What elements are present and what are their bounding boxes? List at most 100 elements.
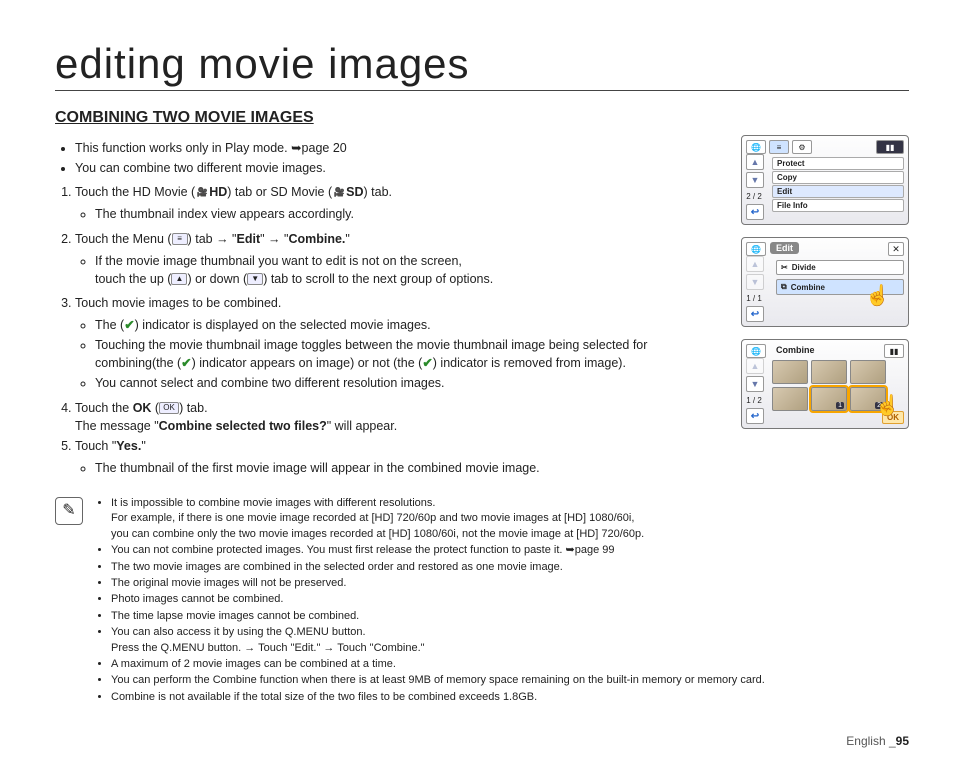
text: The message " [75, 419, 159, 433]
note-item: The time lapse movie images cannot be co… [111, 609, 765, 624]
step-sub: The thumbnail index view appears accordi… [95, 205, 723, 223]
text: Touch the HD Movie ( [75, 185, 195, 199]
step-sub: You cannot select and combine two differ… [95, 374, 723, 392]
section-heading: COMBINING TWO MOVIE IMAGES [55, 109, 909, 127]
order-badge: 1 [836, 402, 844, 409]
down-button[interactable]: ▼ [746, 376, 764, 392]
menu-tab[interactable]: ≡ [769, 140, 789, 154]
text: It is impossible to combine movie images… [111, 497, 435, 509]
check-icon: ✔ [181, 356, 191, 370]
combine-label: Combine. [288, 232, 345, 246]
text: ) tab or SD Movie ( [227, 185, 332, 199]
screen-menu: 🌐 ≡ ⚙ ▮▮ ▲ ▼ 2 / 2 ↩ Protect Copy Edit F… [741, 135, 909, 225]
text: ) or down ( [187, 272, 247, 286]
step-sub: Touching the movie thumbnail image toggl… [95, 336, 723, 372]
text: ) indicator is displayed on the selected… [135, 318, 431, 332]
text: you can combine only the two movie image… [111, 528, 644, 540]
edit-label: Edit [237, 232, 261, 246]
notes-block: ✎ It is impossible to combine movie imag… [55, 495, 909, 706]
intro-item: You can combine two different movie imag… [75, 159, 723, 177]
up-button[interactable]: ▲ [746, 154, 764, 170]
text: ) tab. [179, 401, 208, 415]
up-button: ▲ [746, 358, 764, 374]
battery-icon: ▮▮ [876, 140, 904, 154]
hd-label: HD [209, 185, 227, 199]
menu-copy[interactable]: Copy [772, 171, 904, 184]
confirm-message: Combine selected two files? [159, 419, 327, 433]
menu-icon: ≡ [172, 233, 188, 245]
footer-lang: English _ [846, 734, 895, 748]
text: If the movie image thumbnail you want to… [95, 254, 462, 268]
note-item: You can not combine protected images. Yo… [111, 543, 765, 558]
globe-icon[interactable]: 🌐 [746, 242, 766, 256]
globe-icon[interactable]: 🌐 [746, 344, 766, 358]
movie-thumbnail[interactable] [850, 360, 886, 384]
step-sub: The thumbnail of the first movie image w… [95, 459, 723, 477]
text: ) tab → " [188, 232, 237, 246]
note-item: You can also access it by using the Q.ME… [111, 625, 765, 656]
text: ) tab to scroll to the next group of opt… [263, 272, 493, 286]
note-item: You can perform the Combine function whe… [111, 673, 765, 688]
label: Combine [791, 283, 825, 292]
scissors-icon: ✂ [781, 263, 788, 272]
step-1: Touch the HD Movie (🎥HD) tab or SD Movie… [75, 183, 723, 223]
movie-thumbnail-selected[interactable]: 1 [811, 387, 847, 411]
edit-combine[interactable]: ⧉ Combine [776, 279, 904, 295]
text: For example, if there is one movie image… [111, 512, 634, 524]
text: " → " [260, 232, 288, 246]
movie-thumbnail[interactable] [772, 387, 808, 411]
text: Touch the Menu ( [75, 232, 172, 246]
menu-protect[interactable]: Protect [772, 157, 904, 170]
movie-thumbnail-selected[interactable]: 2 [850, 387, 886, 411]
menu-fileinfo[interactable]: File Info [772, 199, 904, 212]
screen-title: Combine [770, 344, 821, 356]
footer-page-number: 95 [896, 734, 909, 748]
merge-icon: ⧉ [781, 282, 787, 292]
instructions-column: This function works only in Play mode. ➥… [55, 135, 723, 483]
text: ) tab. [364, 185, 393, 199]
down-button: ▼ [746, 274, 764, 290]
down-button[interactable]: ▼ [746, 172, 764, 188]
text: " [141, 439, 145, 453]
camera-icon: 🎥 [332, 188, 346, 198]
step-4: Touch the OK (OK) tab. The message "Comb… [75, 399, 723, 435]
page-indicator: 1 / 1 [746, 294, 762, 303]
step-sub: If the movie image thumbnail you want to… [95, 252, 723, 288]
text: ) indicator appears on image) or not (th… [192, 356, 423, 370]
label: Divide [792, 263, 816, 272]
note-icon: ✎ [55, 497, 83, 525]
movie-thumbnail[interactable] [772, 360, 808, 384]
text: Touch movie images to be combined. [75, 296, 281, 310]
text: " will appear. [327, 419, 397, 433]
back-button[interactable]: ↩ [746, 408, 764, 424]
text: Press the Q.MENU button. → Touch "Edit."… [111, 642, 425, 654]
up-button: ▲ [746, 256, 764, 272]
check-icon: ✔ [124, 318, 134, 332]
page-footer: English _95 [846, 734, 909, 748]
back-button[interactable]: ↩ [746, 306, 764, 322]
globe-icon[interactable]: 🌐 [746, 140, 766, 154]
screen-edit: 🌐 Edit ✕ ▲ ▼ 1 / 1 ↩ ✂Divide ⧉Combine ☝ [741, 237, 909, 327]
gear-icon[interactable]: ⚙ [792, 140, 812, 154]
check-icon: ✔ [422, 356, 432, 370]
screenshots-column: 🌐 ≡ ⚙ ▮▮ ▲ ▼ 2 / 2 ↩ Protect Copy Edit F… [741, 135, 909, 483]
text: " [345, 232, 349, 246]
menu-edit[interactable]: Edit [772, 185, 904, 198]
page-indicator: 2 / 2 [746, 192, 762, 201]
ok-label: OK [133, 401, 152, 415]
text: ( [151, 401, 159, 415]
close-button[interactable]: ✕ [888, 242, 904, 256]
sd-label: SD [346, 185, 363, 199]
note-item: It is impossible to combine movie images… [111, 496, 765, 542]
step-5: Touch "Yes." The thumbnail of the first … [75, 437, 723, 477]
edit-divide[interactable]: ✂ Divide [776, 260, 904, 275]
note-item: Combine is not available if the total si… [111, 690, 765, 705]
step-2: Touch the Menu (≡) tab → "Edit" → "Combi… [75, 230, 723, 288]
back-button[interactable]: ↩ [746, 204, 764, 220]
movie-thumbnail[interactable] [811, 360, 847, 384]
text: The ( [95, 318, 124, 332]
camera-icon: 🎥 [195, 188, 209, 198]
screen-title: Edit [770, 242, 799, 254]
ok-button[interactable]: OK [882, 411, 904, 424]
down-icon: ▼ [247, 273, 263, 285]
